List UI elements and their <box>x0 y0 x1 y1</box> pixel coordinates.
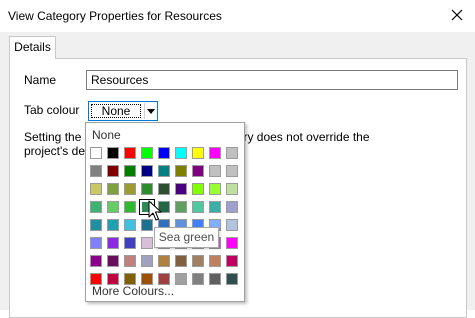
colour-swatch[interactable] <box>209 255 221 267</box>
colour-swatch[interactable] <box>141 165 153 177</box>
colour-swatch[interactable] <box>90 219 102 231</box>
colour-swatch[interactable] <box>226 165 238 177</box>
colour-none-option[interactable]: None <box>92 128 121 142</box>
colour-swatch[interactable] <box>175 183 187 195</box>
colour-swatch[interactable] <box>226 273 238 285</box>
colour-swatch[interactable] <box>226 147 238 159</box>
colour-swatch[interactable] <box>107 201 119 213</box>
colour-swatch[interactable] <box>209 183 221 195</box>
colour-swatch[interactable] <box>192 273 204 285</box>
colour-swatch[interactable] <box>124 147 136 159</box>
colour-swatch[interactable] <box>124 183 136 195</box>
colour-swatch[interactable] <box>107 255 119 267</box>
colour-swatch[interactable] <box>226 201 238 213</box>
colour-swatch[interactable] <box>141 183 153 195</box>
colour-swatch[interactable] <box>209 147 221 159</box>
colour-swatch[interactable] <box>175 255 187 267</box>
window-title: View Category Properties for Resources <box>8 9 222 23</box>
colour-swatch[interactable] <box>209 201 221 213</box>
name-input[interactable]: Resources <box>86 70 458 90</box>
colour-swatch[interactable] <box>175 273 187 285</box>
tab-colour-dropdown[interactable]: None <box>88 101 158 121</box>
colour-swatch[interactable] <box>141 255 153 267</box>
name-label: Name <box>24 73 57 87</box>
colour-swatch[interactable] <box>192 147 204 159</box>
colour-swatch[interactable] <box>192 165 204 177</box>
colour-swatch[interactable] <box>209 273 221 285</box>
colour-swatch[interactable] <box>90 183 102 195</box>
colour-swatch[interactable] <box>226 237 238 249</box>
colour-swatch[interactable] <box>90 237 102 249</box>
colour-swatch[interactable] <box>226 219 238 231</box>
title-bar[interactable]: View Category Properties for Resources <box>0 0 475 32</box>
close-icon[interactable] <box>449 7 465 23</box>
colour-swatch[interactable] <box>175 165 187 177</box>
colour-swatch[interactable] <box>192 255 204 267</box>
mouse-pointer-icon <box>148 200 162 221</box>
colour-swatch[interactable] <box>192 201 204 213</box>
tab-colour-value: None <box>91 104 141 118</box>
colour-swatch[interactable] <box>226 255 238 267</box>
colour-swatch[interactable] <box>124 237 136 249</box>
colour-tooltip: Sea green <box>154 227 219 248</box>
colour-swatch[interactable] <box>226 183 238 195</box>
colour-swatch[interactable] <box>158 165 170 177</box>
colour-swatch[interactable] <box>107 237 119 249</box>
colour-swatch[interactable] <box>158 183 170 195</box>
dropdown-arrow-button[interactable] <box>144 103 156 119</box>
colour-swatch[interactable] <box>107 165 119 177</box>
tab-colour-label: Tab colour <box>24 103 80 117</box>
colour-swatch-grid <box>90 147 242 285</box>
colour-swatch[interactable] <box>107 219 119 231</box>
tab-label: Details <box>14 40 51 54</box>
dialog-window: View Category Properties for Resources D… <box>0 0 475 318</box>
colour-swatch[interactable] <box>90 201 102 213</box>
colour-swatch[interactable] <box>90 165 102 177</box>
colour-swatch[interactable] <box>175 201 187 213</box>
colour-swatch[interactable] <box>141 147 153 159</box>
chevron-down-icon <box>147 109 155 114</box>
tab-details[interactable]: Details <box>9 36 56 59</box>
more-colours-link[interactable]: More Colours... <box>92 284 174 298</box>
colour-swatch[interactable] <box>158 255 170 267</box>
colour-swatch[interactable] <box>124 165 136 177</box>
colour-swatch[interactable] <box>90 255 102 267</box>
colour-swatch[interactable] <box>209 165 221 177</box>
colour-swatch[interactable] <box>107 147 119 159</box>
colour-swatch[interactable] <box>141 237 153 249</box>
colour-swatch[interactable] <box>192 183 204 195</box>
colour-swatch[interactable] <box>175 147 187 159</box>
colour-swatch[interactable] <box>107 183 119 195</box>
colour-swatch[interactable] <box>158 147 170 159</box>
colour-swatch[interactable] <box>124 201 136 213</box>
colour-swatch[interactable] <box>124 219 136 231</box>
colour-swatch[interactable] <box>90 147 102 159</box>
colour-swatch[interactable] <box>124 255 136 267</box>
colour-picker-popup: None More Colours... <box>85 122 245 302</box>
